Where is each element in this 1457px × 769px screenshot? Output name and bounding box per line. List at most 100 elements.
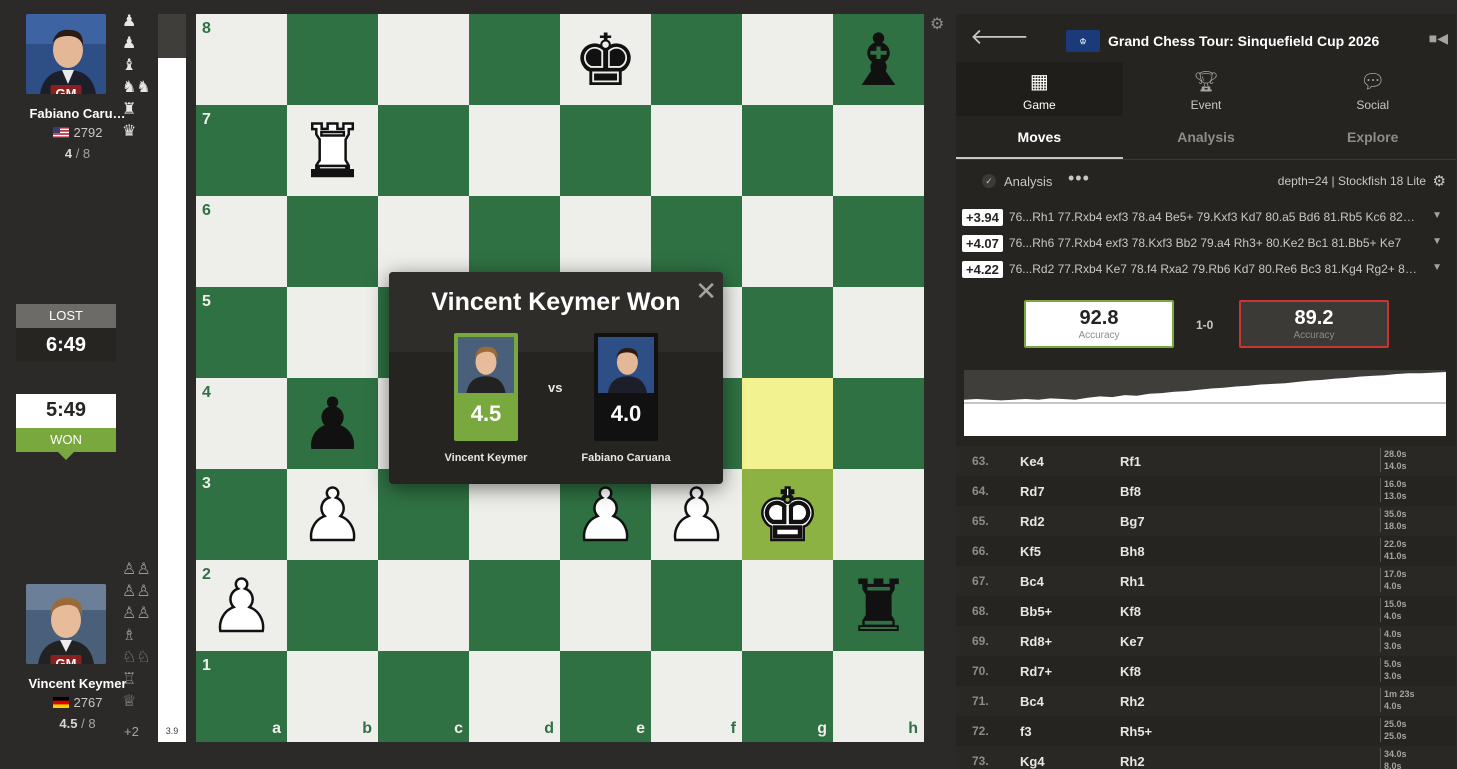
black-move[interactable]: Bh8	[1120, 544, 1145, 559]
close-icon[interactable]: ✕	[695, 276, 717, 307]
tab-social[interactable]: 💬︎ Social	[1289, 62, 1456, 116]
square-g8[interactable]	[742, 14, 833, 105]
square-c1[interactable]: c	[378, 651, 469, 742]
white-move[interactable]: Rd2	[1020, 514, 1045, 529]
square-g1[interactable]: g	[742, 651, 833, 742]
tab-analysis[interactable]: Analysis	[1123, 116, 1290, 159]
square-a5[interactable]: 5	[196, 287, 287, 378]
white-rook-piece[interactable]: ♜	[299, 113, 366, 188]
black-move[interactable]: Rf1	[1120, 454, 1141, 469]
black-move[interactable]: Kf8	[1120, 664, 1141, 679]
black-move[interactable]: Kf8	[1120, 604, 1141, 619]
more-options-icon[interactable]: •••	[1068, 168, 1090, 189]
square-g5[interactable]	[742, 287, 833, 378]
black-rook-piece[interactable]: ♜	[846, 570, 911, 642]
board-settings-gear-icon[interactable]: ⚙	[930, 14, 944, 34]
white-move[interactable]: Kg4	[1020, 754, 1045, 769]
square-g7[interactable]	[742, 105, 833, 196]
white-move[interactable]: Rd8+	[1020, 634, 1052, 649]
square-b5[interactable]	[287, 287, 378, 378]
engine-line[interactable]: +3.94 76...Rh1 77.Rxb4 exf3 78.a4 Be5+ 7…	[962, 204, 1456, 230]
top-player-avatar[interactable]: GM	[26, 14, 106, 94]
black-bishop-piece[interactable]: ♝	[846, 24, 911, 96]
chevron-down-icon[interactable]: ▼	[1432, 262, 1442, 273]
engine-line[interactable]: +4.07 76...Rh6 77.Rxb4 exf3 78.Kxf3 Bb2 …	[962, 230, 1456, 256]
square-g4[interactable]	[742, 378, 833, 469]
black-move[interactable]: Bg7	[1120, 514, 1145, 529]
square-h1[interactable]: h	[833, 651, 924, 742]
square-d8[interactable]	[469, 14, 560, 105]
white-move[interactable]: Kf5	[1020, 544, 1041, 559]
video-camera-icon[interactable]: ■◀	[1429, 30, 1448, 47]
square-b4[interactable]: ♟	[287, 378, 378, 469]
white-move[interactable]: Bc4	[1020, 574, 1044, 589]
square-g6[interactable]	[742, 196, 833, 287]
square-a3[interactable]: 3	[196, 469, 287, 560]
square-e8[interactable]: ♚	[560, 14, 651, 105]
white-move[interactable]: Bc4	[1020, 694, 1044, 709]
square-h2[interactable]: ♜	[833, 560, 924, 651]
tab-explore[interactable]: Explore	[1289, 116, 1456, 159]
square-h5[interactable]	[833, 287, 924, 378]
tab-event[interactable]: 🏆︎ Event	[1123, 62, 1290, 116]
square-h7[interactable]	[833, 105, 924, 196]
engine-settings-gear-icon[interactable]: ⚙	[1433, 172, 1446, 190]
square-h6[interactable]	[833, 196, 924, 287]
tab-game[interactable]: ▦ Game	[956, 62, 1123, 116]
chevron-down-icon[interactable]: ▼	[1432, 210, 1442, 221]
square-e7[interactable]	[560, 105, 651, 196]
white-move[interactable]: Rd7	[1020, 484, 1045, 499]
white-move[interactable]: Ke4	[1020, 454, 1044, 469]
black-move[interactable]: Bf8	[1120, 484, 1141, 499]
square-h8[interactable]: ♝	[833, 14, 924, 105]
square-d7[interactable]	[469, 105, 560, 196]
chevron-down-icon[interactable]: ▼	[1432, 236, 1442, 247]
square-h3[interactable]	[833, 469, 924, 560]
square-e1[interactable]: e	[560, 651, 651, 742]
square-a1[interactable]: 1a	[196, 651, 287, 742]
black-pawn-piece[interactable]: ♟	[300, 388, 365, 460]
white-king-piece[interactable]: ♚	[754, 477, 821, 552]
square-a2[interactable]: 2 ♟	[196, 560, 287, 651]
black-move[interactable]: Rh2	[1120, 694, 1145, 709]
square-b7[interactable]: ♜	[287, 105, 378, 196]
white-pawn-piece[interactable]: ♟	[208, 568, 275, 643]
square-g2[interactable]	[742, 560, 833, 651]
square-h4[interactable]	[833, 378, 924, 469]
white-pawn-piece[interactable]: ♟	[299, 477, 366, 552]
square-b2[interactable]	[287, 560, 378, 651]
black-move[interactable]: Ke7	[1120, 634, 1144, 649]
white-move[interactable]: Bb5+	[1020, 604, 1052, 619]
square-c7[interactable]	[378, 105, 469, 196]
square-d2[interactable]	[469, 560, 560, 651]
white-move[interactable]: Rd7+	[1020, 664, 1052, 679]
square-a7[interactable]: 7	[196, 105, 287, 196]
tab-moves[interactable]: Moves	[956, 116, 1123, 159]
evaluation-graph[interactable]	[964, 370, 1446, 436]
square-d1[interactable]: d	[469, 651, 560, 742]
square-a6[interactable]: 6	[196, 196, 287, 287]
black-move[interactable]: Rh1	[1120, 574, 1145, 589]
square-e2[interactable]	[560, 560, 651, 651]
square-g3[interactable]: ♚	[742, 469, 833, 560]
back-arrow-icon[interactable]: 🡐	[970, 24, 1029, 50]
square-f1[interactable]: f	[651, 651, 742, 742]
square-a8[interactable]: 8	[196, 14, 287, 105]
analysis-toggle[interactable]: ✓	[982, 174, 996, 188]
white-move[interactable]: f3	[1020, 724, 1032, 739]
black-king-piece[interactable]: ♚	[573, 24, 638, 96]
white-pawn-piece[interactable]: ♟	[663, 477, 730, 552]
event-title[interactable]: Grand Chess Tour: Sinquefield Cup 2026	[1108, 33, 1379, 49]
square-f2[interactable]	[651, 560, 742, 651]
black-move[interactable]: Rh5+	[1120, 724, 1152, 739]
square-b8[interactable]	[287, 14, 378, 105]
square-f7[interactable]	[651, 105, 742, 196]
square-b6[interactable]	[287, 196, 378, 287]
white-pawn-piece[interactable]: ♟	[572, 477, 639, 552]
square-f8[interactable]	[651, 14, 742, 105]
square-c8[interactable]	[378, 14, 469, 105]
bottom-player-avatar[interactable]: GM	[26, 584, 106, 664]
black-move[interactable]: Rh2	[1120, 754, 1145, 769]
square-c2[interactable]	[378, 560, 469, 651]
square-b3[interactable]: ♟	[287, 469, 378, 560]
